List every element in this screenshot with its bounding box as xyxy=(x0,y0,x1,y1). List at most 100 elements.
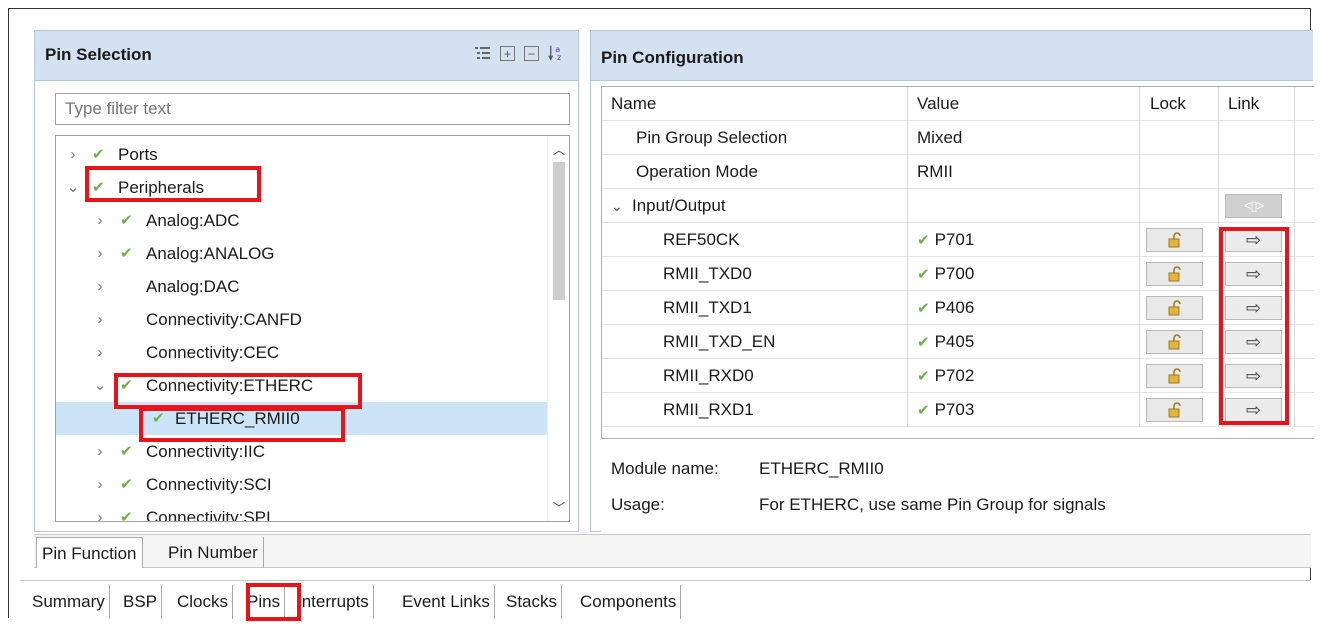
tree-view-icon[interactable] xyxy=(473,44,491,62)
lock-icon[interactable] xyxy=(1146,364,1203,388)
filter-input[interactable] xyxy=(56,94,569,124)
arrow-right-icon[interactable]: ⇨ xyxy=(1225,262,1282,286)
column-header-name[interactable]: Name xyxy=(602,87,908,121)
tab-bsp[interactable]: BSP xyxy=(119,585,163,619)
tree-item-connectivity-canfd[interactable]: › Connectivity:CANFD xyxy=(56,303,548,336)
tab-event-links[interactable]: Event Links xyxy=(398,585,495,619)
chevron-right-icon[interactable]: › xyxy=(92,204,108,237)
row-value-text: P701 xyxy=(934,230,975,249)
row-value[interactable]: ✔ P406 xyxy=(908,291,1140,325)
tree-item-analog-adc[interactable]: › ✔ Analog:ADC xyxy=(56,204,548,237)
chevron-down-icon[interactable]: ⌄ xyxy=(65,171,81,204)
tab-pin-function[interactable]: Pin Function xyxy=(36,537,143,568)
tree-item-label: Peripherals xyxy=(118,178,204,197)
row-name: Pin Group Selection xyxy=(602,121,908,155)
lock-icon[interactable] xyxy=(1146,398,1203,422)
check-icon: ✔ xyxy=(917,232,930,249)
collapse-all-icon[interactable]: − xyxy=(524,46,539,61)
table-row-group[interactable]: ⌄ Input/Output <▯> xyxy=(602,189,1314,223)
tree-item-etherc-rmii0[interactable]: ✔ ETHERC_RMII0 xyxy=(56,402,548,435)
arrow-right-icon[interactable]: ⇨ xyxy=(1225,398,1282,422)
check-icon: ✔ xyxy=(120,509,133,522)
tree-scrollbar[interactable]: ︿ ﹀ xyxy=(547,136,569,521)
scroll-down-icon[interactable]: ﹀ xyxy=(548,499,569,516)
arrow-right-icon[interactable]: ⇨ xyxy=(1225,228,1282,252)
tree-item-ports[interactable]: › ✔ Ports xyxy=(56,138,548,171)
table-row[interactable]: RMII_TXD0 ✔ P700 ⇨ xyxy=(602,257,1314,291)
tree-item-analog-analog[interactable]: › ✔ Analog:ANALOG xyxy=(56,237,548,270)
tree-item-connectivity-etherc[interactable]: ⌄ ✔ Connectivity:ETHERC xyxy=(56,369,548,402)
tree-item-analog-dac[interactable]: › Analog:DAC xyxy=(56,270,548,303)
tree-item-connectivity-iic[interactable]: › ✔ Connectivity:IIC xyxy=(56,435,548,468)
pin-selection-tree[interactable]: › ✔ Ports ⌄ ✔ Peripherals › ✔ Analog:ADC… xyxy=(55,135,570,522)
tree-item-connectivity-spi[interactable]: › ✔ Connectivity:SPI xyxy=(56,501,548,522)
expand-all-icon[interactable]: + xyxy=(500,46,515,61)
arrow-right-icon[interactable]: ⇨ xyxy=(1225,296,1282,320)
tab-pin-number[interactable]: Pin Number xyxy=(163,537,264,568)
scrollbar-thumb[interactable] xyxy=(553,162,565,300)
check-icon: ✔ xyxy=(917,266,930,283)
table-header-row: Name Value Lock Link xyxy=(602,87,1314,121)
check-icon: ✔ xyxy=(917,300,930,317)
tab-interrupts[interactable]: Interrupts xyxy=(293,585,374,619)
group-label: Input/Output xyxy=(632,196,726,215)
scroll-up-icon[interactable]: ︿ xyxy=(548,141,569,158)
check-icon: ✔ xyxy=(917,368,930,385)
tree-item-connectivity-cec[interactable]: › Connectivity:CEC xyxy=(56,336,548,369)
arrow-right-icon[interactable]: ⇨ xyxy=(1225,364,1282,388)
lock-icon[interactable] xyxy=(1146,296,1203,320)
tree-item-connectivity-sci[interactable]: › ✔ Connectivity:SCI xyxy=(56,468,548,501)
table-row[interactable]: Operation Mode RMII xyxy=(602,155,1314,189)
arrow-right-icon[interactable]: ⇨ xyxy=(1225,330,1282,354)
column-header-value[interactable]: Value xyxy=(908,87,1140,121)
row-value[interactable]: RMII xyxy=(908,155,1140,189)
chevron-right-icon[interactable]: › xyxy=(92,435,108,468)
row-value[interactable]: Mixed xyxy=(908,121,1140,155)
row-value[interactable]: ✔ P701 xyxy=(908,223,1140,257)
sort-az-icon[interactable]: az xyxy=(548,44,566,62)
chevron-down-icon[interactable]: ⌄ xyxy=(611,189,623,223)
check-icon: ✔ xyxy=(120,443,133,460)
tree-item-peripherals[interactable]: ⌄ ✔ Peripherals xyxy=(56,171,548,204)
pin-selection-title: Pin Selection xyxy=(45,45,152,64)
pin-configuration-table[interactable]: Name Value Lock Link Pin Group Selection… xyxy=(601,86,1314,462)
tab-summary[interactable]: Summary xyxy=(28,585,110,619)
table-row[interactable]: REF50CK ✔ P701 ⇨ xyxy=(602,223,1314,257)
chevron-down-icon[interactable]: ⌄ xyxy=(92,369,108,402)
chevron-right-icon[interactable]: › xyxy=(92,237,108,270)
lock-icon[interactable] xyxy=(1146,330,1203,354)
row-value[interactable]: ✔ P702 xyxy=(908,359,1140,393)
lock-icon[interactable] xyxy=(1146,228,1203,252)
chevron-right-icon[interactable]: › xyxy=(92,336,108,369)
table-row[interactable]: RMII_RXD0 ✔ P702 ⇨ xyxy=(602,359,1314,393)
row-value[interactable]: ✔ P703 xyxy=(908,393,1140,427)
tree-item-label: Connectivity:IIC xyxy=(146,442,266,461)
pin-configuration-panel: Pin Configuration Name Value Lock Link P… xyxy=(590,30,1314,534)
chevron-right-icon[interactable]: › xyxy=(92,303,108,336)
table-row[interactable]: Pin Group Selection Mixed xyxy=(602,121,1314,155)
chevron-right-icon[interactable]: › xyxy=(92,468,108,501)
lock-icon[interactable] xyxy=(1146,262,1203,286)
row-name: Operation Mode xyxy=(602,155,908,189)
chevron-right-icon[interactable]: › xyxy=(92,501,108,521)
tab-components[interactable]: Components xyxy=(576,585,682,619)
row-value[interactable]: ✔ P700 xyxy=(908,257,1140,291)
pin-selection-panel: Pin Selection + − az › ✔ Ports ⌄ ✔ Perip… xyxy=(34,30,579,532)
column-header-lock[interactable]: Lock xyxy=(1140,87,1219,121)
row-value[interactable]: ✔ P405 xyxy=(908,325,1140,359)
pin-configuration-header: Pin Configuration xyxy=(591,31,1313,81)
chevron-right-icon[interactable]: › xyxy=(92,270,108,303)
tab-clocks[interactable]: Clocks xyxy=(173,585,234,619)
table-row[interactable]: RMII_RXD1 ✔ P703 ⇨ xyxy=(602,393,1314,427)
tree-item-label: Ports xyxy=(118,145,158,164)
tab-pins[interactable]: Pins xyxy=(243,585,286,619)
table-row[interactable]: RMII_TXD_EN ✔ P405 ⇨ xyxy=(602,325,1314,359)
filter-field[interactable] xyxy=(55,93,570,125)
column-header-link[interactable]: Link xyxy=(1219,87,1295,121)
chevron-right-icon[interactable]: › xyxy=(65,138,81,171)
tab-stacks[interactable]: Stacks xyxy=(502,585,563,619)
row-name: RMII_TXD0 xyxy=(602,257,908,291)
link-group-icon[interactable]: <▯> xyxy=(1225,194,1282,218)
tree-item-label: Connectivity:ETHERC xyxy=(146,376,314,395)
table-row[interactable]: RMII_TXD1 ✔ P406 ⇨ xyxy=(602,291,1314,325)
